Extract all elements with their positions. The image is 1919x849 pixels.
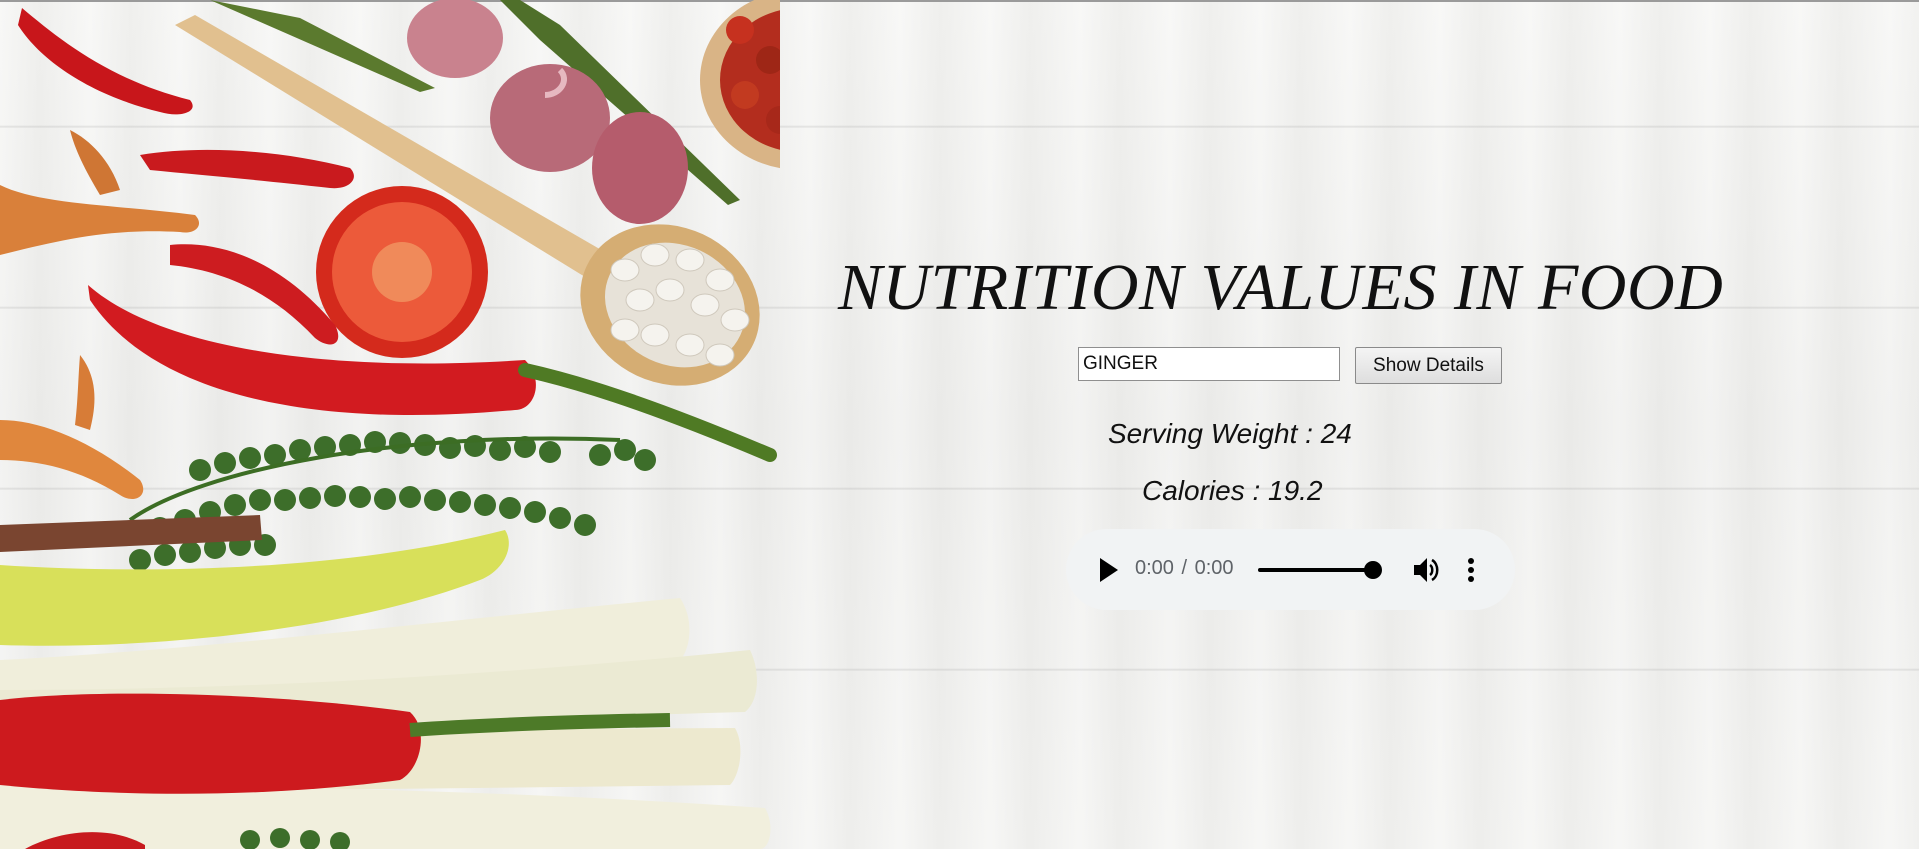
calories-text: Calories : 19.2 <box>1142 475 1323 506</box>
audio-player: 0:00 / 0:00 <box>1066 529 1515 610</box>
current-time: 0:00 <box>1135 557 1174 579</box>
play-icon <box>1100 558 1118 582</box>
show-details-button[interactable]: Show Details <box>1355 347 1502 384</box>
progress-track <box>1258 568 1373 572</box>
page-title: NUTRITION VALUES IN FOOD <box>838 251 1724 324</box>
vegetables-image <box>0 0 780 849</box>
progress-thumb[interactable] <box>1364 561 1382 579</box>
more-options-button[interactable] <box>1463 556 1479 584</box>
more-options-icon <box>1468 558 1474 582</box>
food-search-input[interactable] <box>1078 347 1340 381</box>
play-button[interactable] <box>1097 556 1121 584</box>
time-separator: / <box>1181 557 1188 579</box>
volume-icon <box>1414 558 1439 582</box>
time-display: 0:00 / 0:00 <box>1135 557 1234 580</box>
volume-button[interactable] <box>1412 556 1442 584</box>
serving-weight-text: Serving Weight : 24 <box>1108 418 1352 449</box>
progress-slider[interactable] <box>1258 559 1382 581</box>
duration: 0:00 <box>1194 557 1234 579</box>
